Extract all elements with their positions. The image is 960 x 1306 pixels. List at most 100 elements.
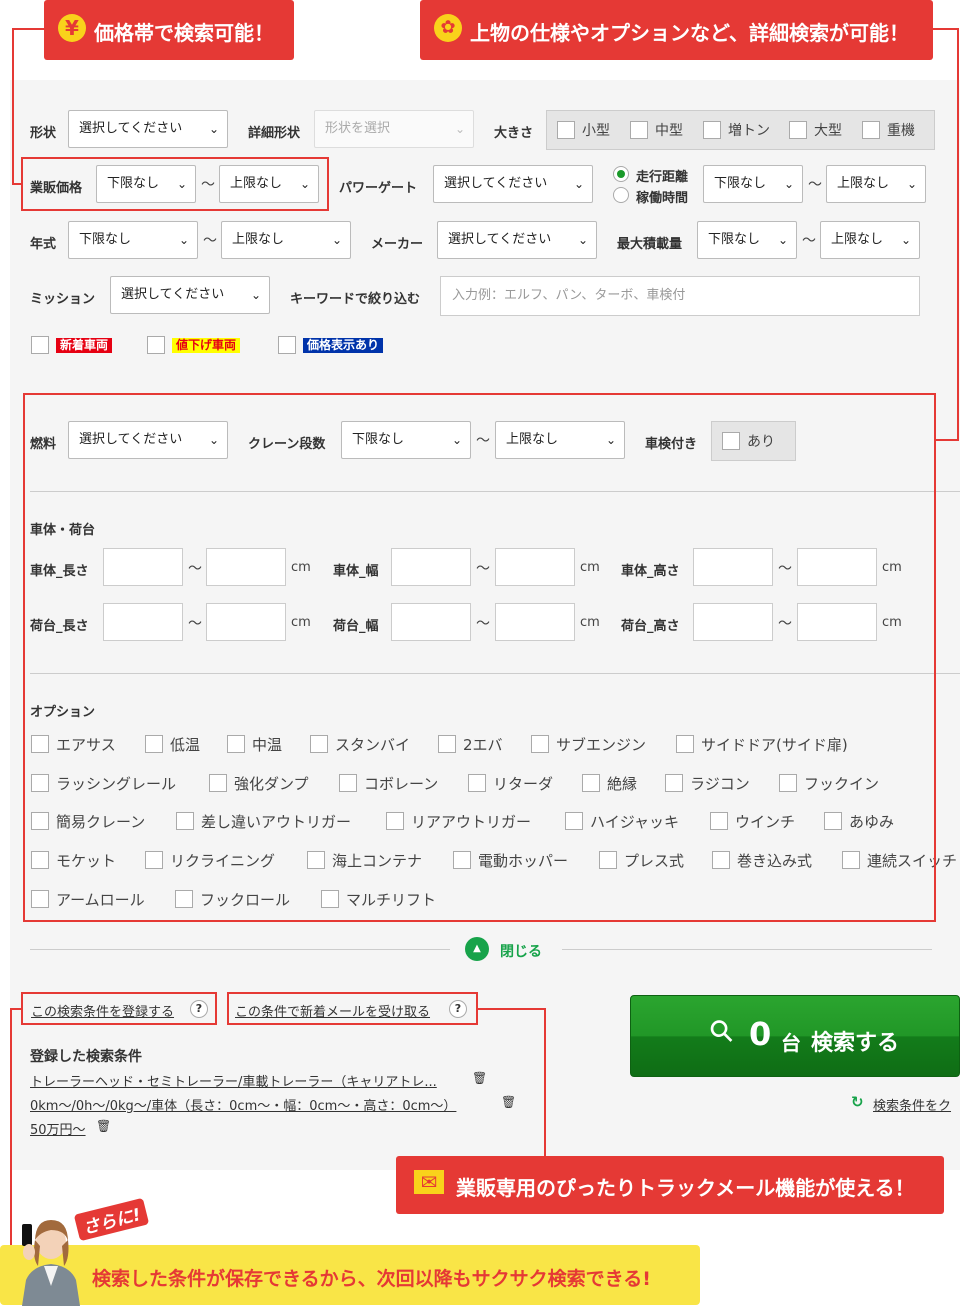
trash-icon[interactable]: 🗑 xyxy=(96,1119,111,1133)
radio-hours-label: 稼働時間 xyxy=(636,191,689,206)
radio-mileage-label: 走行距離 xyxy=(636,170,689,185)
detail-shape-placeholder: 形状を選択 xyxy=(325,121,391,136)
mileage-max-select[interactable]: 上限なし ⌄ xyxy=(826,165,926,203)
keyword-input[interactable]: 入力例：エルフ、パン、ターボ、車検付 xyxy=(440,276,920,316)
save-callout: 検索した条件が保存できるから、次回以降もサクサク検索できる! xyxy=(0,1245,700,1305)
chevron-down-icon: ⌄ xyxy=(577,233,588,247)
chevron-down-icon: ⌄ xyxy=(900,233,911,247)
save-highlight xyxy=(21,992,217,1025)
chevron-down-icon: ⌄ xyxy=(777,233,788,247)
chevron-down-icon: ⌄ xyxy=(250,288,261,302)
connector xyxy=(936,439,958,441)
clear-condition-link[interactable]: 検索条件をク xyxy=(873,1095,951,1114)
size-medium-label: 中型 xyxy=(655,123,683,139)
mail-callout: ✉ 業販専用のぴったりトラックメール機能が使える！ xyxy=(396,1156,944,1214)
size-heavy-checkbox[interactable] xyxy=(862,121,880,139)
shape-select[interactable]: 選択してください ⌄ xyxy=(68,110,228,148)
price-down-checkbox[interactable] xyxy=(147,336,165,354)
mileage-min-select[interactable]: 下限なし ⌄ xyxy=(703,165,803,203)
search-icon: ⚲ xyxy=(701,1011,743,1052)
connector xyxy=(10,1008,12,1248)
price-down-badge: 値下げ車両 xyxy=(172,338,241,353)
chevron-down-icon: ⌄ xyxy=(208,122,219,136)
saved-condition-link[interactable]: 50万円〜 xyxy=(30,1119,86,1138)
size-small-label: 小型 xyxy=(582,123,610,139)
trash-icon[interactable]: 🗑 xyxy=(472,1071,487,1085)
mission-label: ミッション xyxy=(30,292,96,307)
connector xyxy=(12,28,45,30)
year-max-value: 上限なし xyxy=(232,232,285,247)
year-max-select[interactable]: 上限なし ⌄ xyxy=(221,221,351,259)
chevron-down-icon: ⌄ xyxy=(906,177,917,191)
detail-callout-text: 上物の仕様やオプションなど、詳細検索が可能！ xyxy=(470,21,909,45)
maker-label: メーカー xyxy=(371,237,424,252)
close-up-icon[interactable]: ▲ xyxy=(465,937,489,961)
year-min-select[interactable]: 下限なし ⌄ xyxy=(68,221,198,259)
maker-select[interactable]: 選択してください ⌄ xyxy=(437,221,597,259)
gear-icon: ✿ xyxy=(434,14,462,42)
divider xyxy=(30,949,450,950)
powergate-label: パワーゲート xyxy=(339,181,418,196)
year-label: 年式 xyxy=(30,237,57,252)
powergate-select[interactable]: 選択してください ⌄ xyxy=(433,165,593,203)
load-max-value: 上限なし xyxy=(831,232,884,247)
chevron-down-icon: ⌄ xyxy=(178,233,189,247)
detail-shape-select[interactable]: 形状を選択 ⌄ xyxy=(314,110,474,148)
mileage-max-value: 上限なし xyxy=(837,176,890,191)
mail-highlight xyxy=(227,992,478,1025)
detail-callout: ✿ 上物の仕様やオプションなど、詳細検索が可能！ xyxy=(420,0,933,60)
load-max-select[interactable]: 上限なし ⌄ xyxy=(820,221,920,259)
size-large-checkbox[interactable] xyxy=(789,121,807,139)
mileage-tilde: 〜 xyxy=(808,177,822,193)
search-page: 形状 選択してください ⌄ 詳細形状 形状を選択 ⌄ 大きさ 小型 中型 増トン 大… xyxy=(0,0,960,1306)
new-badge: 新着車両 xyxy=(56,338,113,353)
radio-hours[interactable] xyxy=(613,187,629,203)
trash-icon[interactable]: 🗑 xyxy=(501,1095,516,1109)
search-label: 検索する xyxy=(811,1031,900,1056)
load-min-value: 下限なし xyxy=(708,232,761,247)
mail-callout-text: 業販専用のぴったりトラックメール機能が使える！ xyxy=(456,1176,915,1200)
load-min-select[interactable]: 下限なし ⌄ xyxy=(697,221,797,259)
search-count: 0 xyxy=(749,1015,772,1053)
connector xyxy=(932,28,959,30)
reset-icon[interactable]: ↻ xyxy=(851,1093,864,1111)
size-medium-checkbox[interactable] xyxy=(630,121,648,139)
chevron-down-icon: ⌄ xyxy=(783,177,794,191)
load-tilde: 〜 xyxy=(802,233,816,249)
price-shown-badge: 価格表示あり xyxy=(303,338,384,353)
size-increase-label: 増トン xyxy=(728,123,770,139)
radio-selected-dot xyxy=(617,170,625,178)
saved-condition-link[interactable]: トレーラーヘッド・セミトレーラー/車載トレーラー（キャリアトレ... xyxy=(30,1071,437,1090)
close-toggle[interactable]: 閉じる xyxy=(500,941,542,961)
maker-value: 選択してください xyxy=(448,232,552,247)
price-shown-checkbox[interactable] xyxy=(278,336,296,354)
year-min-value: 下限なし xyxy=(79,232,132,247)
shape-label: 形状 xyxy=(30,126,57,141)
size-increase-checkbox[interactable] xyxy=(703,121,721,139)
saved-heading: 登録した検索条件 xyxy=(30,1049,142,1065)
powergate-value: 選択してください xyxy=(444,176,548,191)
size-small-checkbox[interactable] xyxy=(557,121,575,139)
save-callout-text: 検索した条件が保存できるから、次回以降もサクサク検索できる! xyxy=(92,1268,651,1290)
connector xyxy=(12,183,22,185)
price-highlight xyxy=(21,157,329,211)
mission-value: 選択してください xyxy=(121,287,225,302)
new-flag-checkbox[interactable] xyxy=(31,336,49,354)
yen-icon: ¥ xyxy=(58,14,86,42)
keyword-label: キーワードで絞り込む xyxy=(290,292,421,307)
more-label: さらに! xyxy=(73,1197,149,1242)
search-unit: 台 xyxy=(781,1031,801,1055)
connector xyxy=(957,28,959,441)
connector xyxy=(478,1008,546,1010)
shape-select-value: 選択してください xyxy=(79,121,183,136)
person-avatar xyxy=(18,1210,84,1306)
radio-mileage[interactable] xyxy=(613,166,629,182)
search-button[interactable]: ⚲ 0 台 検索する xyxy=(630,995,960,1077)
mission-select[interactable]: 選択してください ⌄ xyxy=(110,276,270,314)
price-callout: ¥ 価格帯で検索可能！ xyxy=(44,0,294,60)
size-heavy-label: 重機 xyxy=(887,123,915,139)
saved-condition-link[interactable]: 0km〜/0h〜/0kg〜/車体（長さ：0cm〜・幅：0cm〜・高さ：0cm〜） xyxy=(30,1095,456,1114)
price-callout-text: 価格帯で検索可能！ xyxy=(94,21,274,45)
chevron-down-icon: ⌄ xyxy=(454,122,465,136)
detail-shape-label: 詳細形状 xyxy=(248,126,301,141)
